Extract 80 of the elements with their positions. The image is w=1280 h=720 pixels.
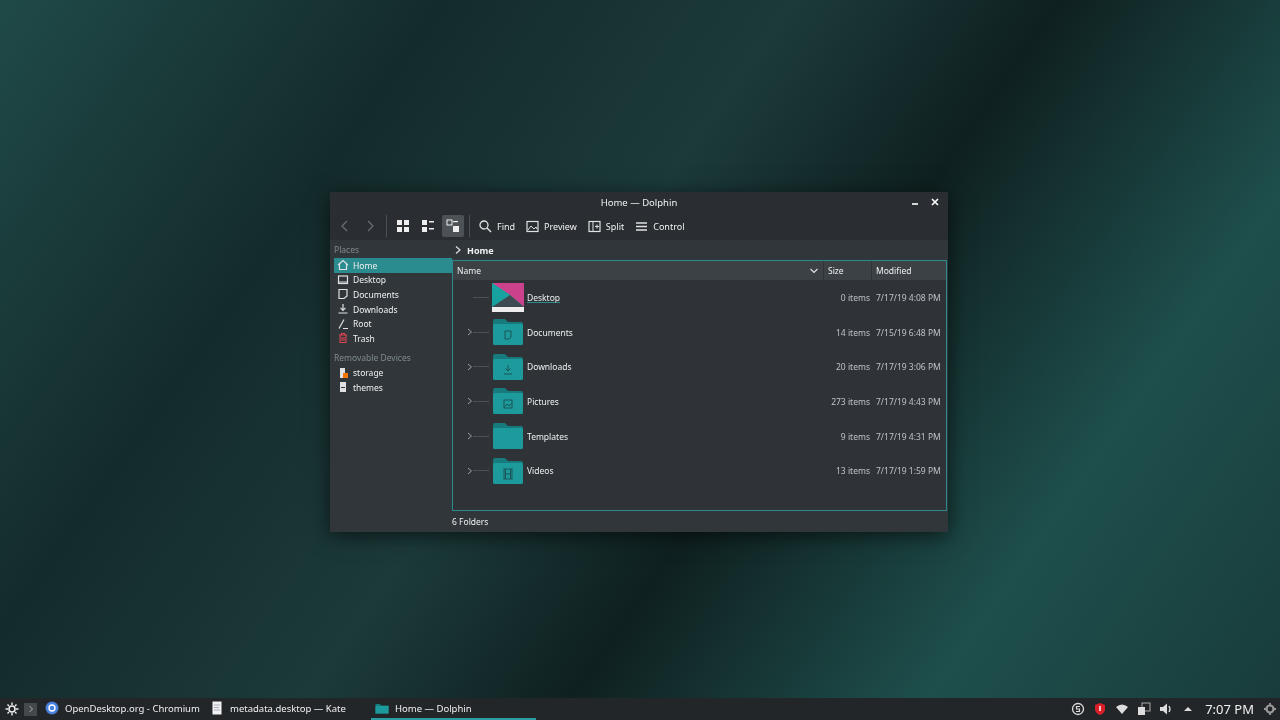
chevron-left-icon: [340, 219, 350, 233]
places-item[interactable]: Root: [334, 316, 452, 331]
globe-icon: [45, 701, 59, 715]
folder-icon: [492, 352, 524, 381]
item-count: 20 items: [835, 361, 871, 373]
section-heading: Places: [334, 243, 361, 257]
settings-icon[interactable]: [1264, 703, 1276, 715]
file-name[interactable]: Documents: [527, 326, 573, 338]
document-icon: [337, 288, 349, 301]
modified-date: 7/17/19 3:06 PM: [876, 361, 942, 373]
view-mode-icon: [446, 219, 460, 233]
places-item[interactable]: storage: [334, 365, 452, 381]
modified-date: 7/15/19 6:48 PM: [876, 326, 942, 338]
control-button[interactable]: Control: [631, 215, 689, 237]
item-count: 14 items: [835, 326, 871, 338]
sort-caret-icon: [809, 266, 819, 275]
column-header[interactable]: Size: [824, 261, 872, 280]
folder-icon: [492, 318, 524, 347]
clock[interactable]: 7:07 PM: [1205, 700, 1254, 718]
pager-button[interactable]: [24, 702, 37, 716]
modified-date: 7/17/19 4:08 PM: [876, 291, 942, 303]
places-item[interactable]: themes: [334, 380, 452, 395]
view-mode-icon: [396, 219, 410, 233]
shield-icon[interactable]: [1093, 702, 1108, 716]
section-heading: Removable Devices: [334, 350, 412, 365]
file-name[interactable]: Templates: [527, 430, 568, 442]
drive-icon: [337, 381, 349, 394]
window-title: Home — Dolphin: [600, 195, 678, 209]
item-count: 9 items: [839, 430, 871, 442]
item-count: 0 items: [839, 291, 871, 303]
chevron-right-icon: [454, 245, 462, 255]
places-item[interactable]: Documents: [334, 287, 452, 302]
home-icon: [337, 259, 349, 272]
wifi-icon[interactable]: [1115, 702, 1130, 716]
places-item[interactable]: Downloads: [334, 301, 452, 317]
item-count: 13 items: [835, 465, 871, 477]
item-count: 273 items: [830, 395, 871, 407]
circled-s-icon[interactable]: [1071, 702, 1086, 716]
trash-icon: [337, 332, 349, 345]
drive-icon: [337, 366, 349, 379]
folder-icon: [492, 422, 524, 451]
column-header[interactable]: Name: [453, 261, 824, 280]
column-header[interactable]: Modified: [872, 261, 946, 280]
file-name[interactable]: Videos: [527, 465, 554, 477]
split-button[interactable]: Split: [583, 215, 629, 237]
places-item[interactable]: Trash: [334, 330, 452, 346]
modified-date: 7/17/19 1:59 PM: [876, 465, 942, 477]
image-icon: [526, 219, 540, 233]
preview-button[interactable]: Preview: [522, 215, 581, 237]
file-name[interactable]: Desktop: [527, 291, 561, 303]
search-icon: [479, 219, 492, 233]
volume-icon[interactable]: [1159, 702, 1174, 716]
split-view-icon: [587, 219, 601, 233]
slash-icon: [337, 317, 349, 330]
gear-icon: [5, 702, 19, 716]
breadcrumb-item[interactable]: Home: [467, 243, 494, 257]
task-button[interactable]: OpenDesktop.org - Chromium: [41, 698, 206, 720]
status-text: 6 Folders: [452, 515, 490, 529]
task-button[interactable]: Home — Dolphin: [371, 698, 536, 720]
download-icon: [337, 303, 349, 316]
document-icon: [210, 701, 224, 715]
file-name[interactable]: Downloads: [527, 361, 572, 373]
folder-icon: [492, 387, 524, 416]
chevron-right-icon: [365, 219, 375, 233]
wallpaper-thumbnail-icon: [492, 282, 524, 312]
modified-date: 7/17/19 4:43 PM: [876, 395, 942, 407]
monitor-icon: [337, 273, 349, 286]
find-button[interactable]: Find: [475, 215, 520, 237]
places-item[interactable]: Desktop: [334, 272, 452, 288]
close-button[interactable]: [930, 197, 940, 207]
view-mode-button[interactable]: [442, 215, 464, 237]
file-name[interactable]: Pictures: [527, 395, 559, 407]
folder-icon: [492, 456, 524, 485]
windows-icon[interactable]: [1137, 702, 1152, 716]
view-mode-icon: [421, 219, 435, 233]
places-item[interactable]: Home: [334, 258, 452, 273]
folder-icon: [375, 701, 389, 715]
modified-date: 7/17/19 4:31 PM: [876, 430, 942, 442]
menu-icon: [635, 219, 649, 233]
task-button[interactable]: metadata.desktop — Kate: [206, 698, 371, 720]
